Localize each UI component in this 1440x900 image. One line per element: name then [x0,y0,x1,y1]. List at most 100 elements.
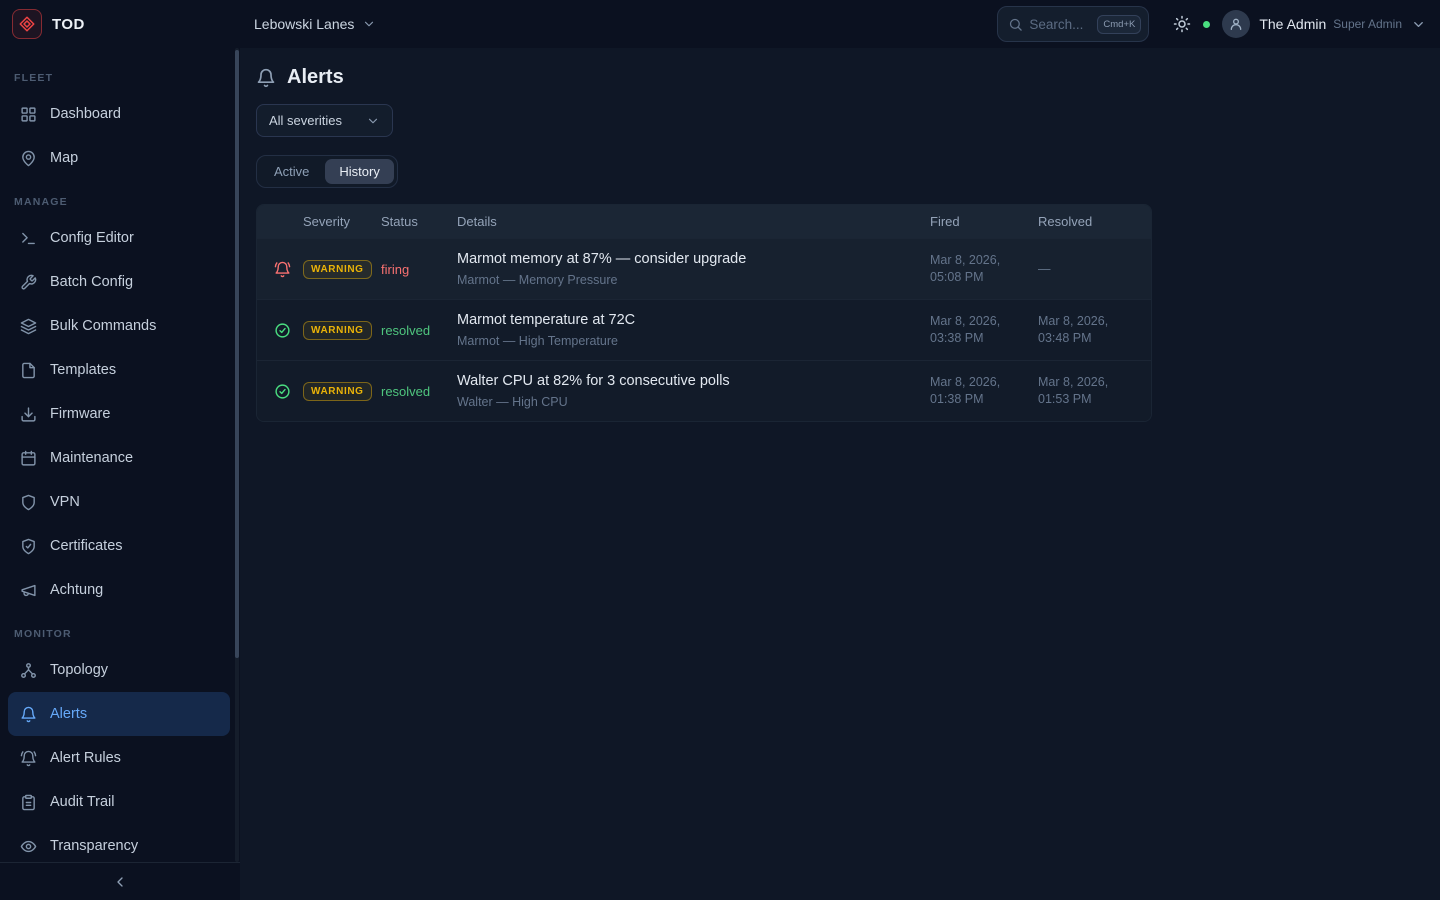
tab-active[interactable]: Active [260,159,323,184]
sidebar-item-config-editor[interactable]: Config Editor [8,216,230,260]
sidebar-item-firmware[interactable]: Firmware [8,392,230,436]
bell-icon [20,706,37,723]
network-icon [20,662,37,679]
column-header-details: Details [457,214,930,229]
sidebar-item-label: Config Editor [50,230,134,246]
resolved-cell: Mar 8, 2026, 03:48 PM [1038,313,1151,347]
sidebar-item-topology[interactable]: Topology [8,648,230,692]
alert-state-cell [257,383,303,400]
chevron-down-icon [362,17,376,31]
chevron-down-icon [366,114,380,128]
severity-badge: WARNING [303,260,372,279]
status-cell: resolved [381,323,457,338]
org-selector[interactable]: Lebowski Lanes [254,16,376,32]
table-header-row: Severity Status Details Fired Resolved [257,205,1151,238]
sun-icon [1173,15,1191,33]
details-cell: Marmot memory at 87% — consider upgrade M… [457,251,930,287]
fired-cell: Mar 8, 2026, 03:38 PM [930,313,1038,347]
severity-cell: WARNING [303,381,381,401]
sidebar-item-map[interactable]: Map [8,136,230,180]
sidebar-item-label: Bulk Commands [50,318,156,334]
alert-subtitle: Walter — High CPU [457,395,930,409]
alert-state-cell [257,261,303,278]
sidebar-item-alerts[interactable]: Alerts [8,692,230,736]
bell-icon [256,68,276,88]
sidebar-item-templates[interactable]: Templates [8,348,230,392]
sidebar-item-vpn[interactable]: VPN [8,480,230,524]
sidebar-item-label: Dashboard [50,106,121,122]
badge-check-icon [20,538,37,555]
layers-icon [20,318,37,335]
sidebar-item-label: Batch Config [50,274,133,290]
map-pin-icon [20,150,37,167]
column-header-severity: Severity [303,214,381,229]
severity-filter-value: All severities [269,113,342,128]
check-circle-icon [274,383,291,400]
page-header: Alerts [256,66,1424,89]
status-cell: firing [381,262,457,277]
filter-row: All severities [256,104,1424,137]
column-header-status: Status [381,214,457,229]
alerts-tabs: Active History [256,155,398,188]
sidebar-item-label: VPN [50,494,80,510]
sidebar-item-label: Achtung [50,582,103,598]
avatar[interactable] [1222,10,1250,38]
grid-icon [20,106,37,123]
calendar-icon [20,450,37,467]
sidebar-item-dashboard[interactable]: Dashboard [8,92,230,136]
topbar: TOD Lebowski Lanes Cmd+K The Admin Super… [0,0,1440,48]
resolved-cell: — [1038,261,1151,278]
alert-title: Marmot temperature at 72C [457,312,930,328]
alerts-table: Severity Status Details Fired Resolved W… [256,204,1152,422]
sidebar-item-alert-rules[interactable]: Alert Rules [8,736,230,780]
alert-row[interactable]: WARNINGresolvedWalter CPU at 82% for 3 c… [257,360,1151,421]
sidebar-item-label: Maintenance [50,450,133,466]
sidebar-scrollbar-thumb[interactable] [235,50,239,658]
brand: TOD [12,9,238,39]
sidebar-item-bulk-commands[interactable]: Bulk Commands [8,304,230,348]
resolved-cell: Mar 8, 2026, 01:53 PM [1038,374,1151,408]
sidebar-scrollbar-track [235,48,239,862]
search-box[interactable]: Cmd+K [997,6,1149,42]
column-header-fired: Fired [930,214,1038,229]
alert-subtitle: Marmot — Memory Pressure [457,273,930,287]
sidebar-item-certificates[interactable]: Certificates [8,524,230,568]
sidebar-nav: FLEETDashboardMapMANAGEConfig EditorBatc… [0,48,240,868]
file-icon [20,362,37,379]
sidebar-collapse-button[interactable] [0,862,240,900]
alert-subtitle: Marmot — High Temperature [457,334,930,348]
user-icon [1228,16,1244,32]
sidebar-item-label: Topology [50,662,108,678]
search-input[interactable] [1029,17,1091,32]
alert-title: Marmot memory at 87% — consider upgrade [457,251,930,267]
user-menu-chevron-down-icon[interactable] [1411,17,1426,32]
alert-row[interactable]: WARNING firingMarmot memory at 87% — cons… [257,238,1151,299]
severity-cell: WARNING [303,259,381,279]
sidebar-item-label: Transparency [50,838,138,854]
severity-filter-select[interactable]: All severities [256,104,393,137]
sidebar-item-audit-trail[interactable]: Audit Trail [8,780,230,824]
fired-cell: Mar 8, 2026, 05:08 PM [930,252,1038,286]
org-selector-label: Lebowski Lanes [254,16,354,32]
sidebar-item-batch-config[interactable]: Batch Config [8,260,230,304]
severity-badge: WARNING [303,321,372,340]
fired-cell: Mar 8, 2026, 01:38 PM [930,374,1038,408]
shield-icon [20,494,37,511]
sidebar-section-label-manage: MANAGE [14,196,240,208]
search-shortcut-badge: Cmd+K [1097,15,1141,34]
theme-toggle-button[interactable] [1173,15,1191,33]
chevron-left-icon [112,874,128,890]
user-role-badge: Super Admin [1333,17,1402,31]
sidebar-item-maintenance[interactable]: Maintenance [8,436,230,480]
details-cell: Marmot temperature at 72C Marmot — High T… [457,312,930,348]
sidebar-item-achtung[interactable]: Achtung [8,568,230,612]
wrench-icon [20,274,37,291]
sidebar-item-label: Alert Rules [50,750,121,766]
app-logo[interactable] [12,9,42,39]
severity-cell: WARNING [303,320,381,340]
alert-row[interactable]: WARNING resolvedMarmot temperature at 72C… [257,299,1151,360]
diamond-logo-icon [18,15,36,33]
megaphone-icon [20,582,37,599]
table-body: WARNING firingMarmot memory at 87% — cons… [257,238,1151,421]
tab-history[interactable]: History [325,159,393,184]
